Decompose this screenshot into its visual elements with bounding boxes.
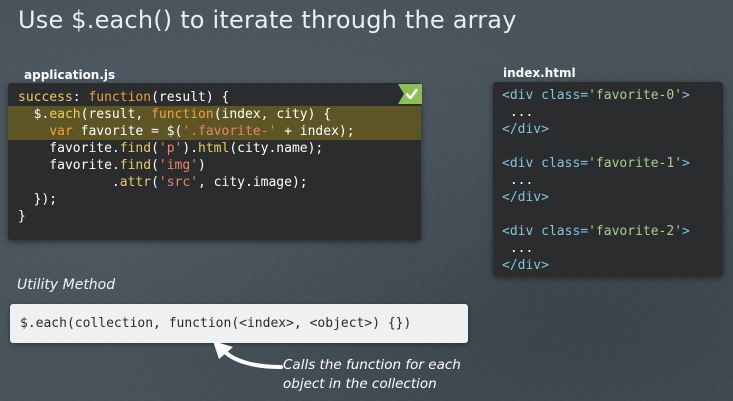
code-gap — [493, 206, 723, 223]
code-line: }); — [18, 192, 58, 207]
code-line: ... — [502, 241, 534, 256]
code-line: <div class='favorite-0'> — [502, 88, 690, 103]
index-html-label: index.html — [503, 66, 576, 80]
code-line: .attr('src', city.image); — [18, 175, 308, 190]
application-js-label: application.js — [24, 68, 116, 82]
callout-line-1: Calls the function for each — [283, 357, 461, 373]
code-line: favorite.find('p').html(city.name); — [18, 141, 324, 156]
callout-text: Calls the function for each object in th… — [283, 356, 461, 394]
code-line: ... — [502, 173, 534, 188]
code-line: <div class='favorite-1'> — [502, 156, 690, 171]
code-line: success: function(result) { — [18, 90, 230, 105]
checkmark-icon — [398, 84, 422, 104]
application-js-code-panel: success: function(result) { $.each(resul… — [8, 83, 421, 240]
code-gap — [493, 138, 723, 155]
curved-arrow-icon — [213, 341, 283, 369]
code-line: } — [18, 209, 26, 224]
index-html-code-panel: <div class='favorite-0'> ... </div> <div… — [493, 82, 723, 276]
callout-line-2: object in the collection — [283, 376, 437, 392]
code-line: <div class='favorite-2'> — [502, 224, 690, 239]
code-line-highlighted: var favorite = $('.favorite-' + index); — [8, 123, 421, 140]
code-line: </div> — [502, 122, 549, 137]
code-line-highlighted: $.each(result, function(index, city) { — [8, 106, 421, 123]
utility-method-label: Utility Method — [17, 277, 116, 293]
code-line: </div> — [502, 258, 549, 273]
code-line: ... — [502, 105, 534, 120]
code-line: favorite.find('img') — [18, 158, 206, 173]
slide-title: Use $.each() to iterate through the arra… — [18, 6, 517, 34]
code-line: </div> — [502, 190, 549, 205]
